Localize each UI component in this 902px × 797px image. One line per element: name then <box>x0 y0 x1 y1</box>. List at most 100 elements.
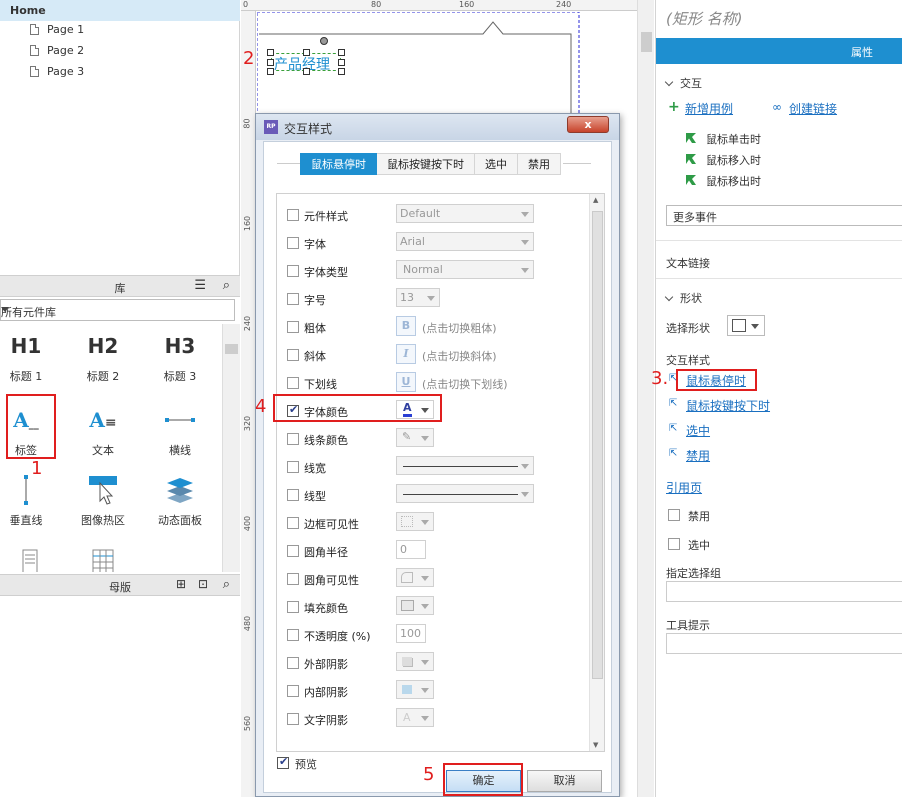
scroll-up-icon[interactable]: ▲ <box>593 196 598 204</box>
widget-hotspot[interactable]: 图像热区 <box>73 474 133 528</box>
property-checkbox[interactable] <box>287 489 299 501</box>
widget-dynamic-panel[interactable]: 动态面板 <box>150 474 210 528</box>
page-home[interactable]: Home <box>0 0 240 21</box>
fill-color-picker[interactable] <box>396 596 434 615</box>
tab-mousedown[interactable]: 鼠标按键按下时 <box>377 153 475 175</box>
property-select[interactable]: Arial <box>396 232 534 251</box>
corner-radius-input[interactable]: 0 <box>396 540 426 559</box>
border-visibility-picker[interactable] <box>396 512 434 531</box>
property-checkbox[interactable] <box>287 237 299 249</box>
resize-handle[interactable] <box>338 68 345 75</box>
canvas-scrollbar[interactable] <box>637 0 654 797</box>
property-checkbox[interactable] <box>287 629 299 641</box>
reference-page-link[interactable]: 引用页 <box>666 479 702 496</box>
text-link-heading[interactable]: 文本链接 <box>666 255 710 271</box>
scroll-down-icon[interactable]: ▼ <box>593 741 598 749</box>
widget-heading3[interactable]: H3 标题 3 <box>150 330 210 384</box>
underline-toggle-button[interactable]: U <box>396 372 416 392</box>
add-master-icon[interactable]: ⊞ <box>176 577 186 591</box>
resize-handle[interactable] <box>338 59 345 66</box>
rotate-handle[interactable] <box>320 37 328 45</box>
property-checkbox[interactable] <box>287 685 299 697</box>
tab-disabled[interactable]: 禁用 <box>518 153 561 175</box>
property-list-scrollbar[interactable]: ▲ ▼ <box>589 194 604 751</box>
resize-handle[interactable] <box>267 49 274 56</box>
preview-checkbox[interactable]: ✔ <box>277 755 289 769</box>
disabled-checkbox[interactable] <box>668 509 680 521</box>
property-checkbox[interactable] <box>287 377 299 389</box>
selected-checkbox[interactable] <box>668 538 680 550</box>
widget-grid[interactable] <box>73 546 133 572</box>
tooltip-input[interactable] <box>666 633 902 654</box>
mousedown-style-link[interactable]: 鼠标按键按下时 <box>686 397 770 414</box>
selection-group-input[interactable] <box>666 581 902 602</box>
tab-hover[interactable]: 鼠标悬停时 <box>300 153 377 175</box>
text-shadow-picker[interactable]: A <box>396 708 434 727</box>
library-select[interactable]: 所有元件库 <box>0 299 235 321</box>
page-item[interactable]: Page 1 <box>30 19 84 40</box>
add-folder-icon[interactable]: ⊡ <box>198 577 208 591</box>
tab-selected[interactable]: 选中 <box>475 153 518 175</box>
property-checkbox[interactable] <box>287 349 299 361</box>
menu-icon[interactable]: ☰ <box>194 278 206 293</box>
bold-toggle-button[interactable]: B <box>396 316 416 336</box>
scroll-thumb[interactable] <box>641 32 652 52</box>
library-scrollbar[interactable] <box>222 324 240 572</box>
inner-shadow-picker[interactable] <box>396 680 434 699</box>
resize-handle[interactable] <box>267 59 274 66</box>
scroll-thumb[interactable] <box>592 211 603 679</box>
section-interaction[interactable]: 交互 <box>664 75 702 91</box>
search-icon[interactable]: ⌕ <box>223 278 230 293</box>
page-item[interactable]: Page 3 <box>30 61 84 82</box>
cancel-button[interactable]: 取消 <box>527 770 602 792</box>
property-checkbox[interactable] <box>287 433 299 445</box>
add-case-link[interactable]: 新增用例 <box>685 100 733 117</box>
resize-handle[interactable] <box>267 68 274 75</box>
property-checkbox[interactable] <box>287 545 299 557</box>
property-checkbox[interactable] <box>287 573 299 585</box>
property-checkbox[interactable] <box>287 601 299 613</box>
widget-heading2[interactable]: H2 标题 2 <box>73 330 133 384</box>
create-link-link[interactable]: 创建链接 <box>789 100 837 117</box>
disabled-style-link[interactable]: 禁用 <box>686 447 710 464</box>
opacity-input[interactable]: 100 <box>396 624 426 643</box>
search-icon[interactable]: ⌕ <box>223 577 230 592</box>
link-icon[interactable]: ∞ <box>772 100 782 114</box>
dialog-titlebar[interactable]: RP 交互样式 x <box>256 114 619 140</box>
outer-shadow-picker[interactable] <box>396 652 434 671</box>
property-checkbox[interactable] <box>287 517 299 529</box>
property-checkbox[interactable] <box>287 321 299 333</box>
page-item[interactable]: Page 2 <box>30 40 84 61</box>
widget-name-field[interactable]: (矩形 名称) <box>666 8 742 29</box>
resize-handle[interactable] <box>338 49 345 56</box>
property-checkbox[interactable] <box>287 657 299 669</box>
property-checkbox[interactable] <box>287 293 299 305</box>
widget-text[interactable]: A≡ 文本 <box>73 404 133 458</box>
italic-toggle-button[interactable]: I <box>396 344 416 364</box>
corner-visibility-picker[interactable] <box>396 568 434 587</box>
property-checkbox[interactable] <box>287 461 299 473</box>
event-item[interactable]: 鼠标单击时 <box>686 131 761 147</box>
line-style-select[interactable] <box>396 484 534 503</box>
scroll-thumb[interactable] <box>225 344 238 354</box>
resize-handle[interactable] <box>303 68 310 75</box>
widget-table[interactable] <box>0 546 56 572</box>
event-item[interactable]: 鼠标移入时 <box>686 152 761 168</box>
shape-select[interactable] <box>727 315 765 336</box>
section-shape[interactable]: 形状 <box>664 290 702 306</box>
more-events-select[interactable]: 更多事件 <box>666 205 902 226</box>
property-select[interactable]: 13 <box>396 288 440 307</box>
property-checkbox[interactable] <box>287 265 299 277</box>
line-color-picker[interactable]: ✎ <box>396 428 434 447</box>
property-select[interactable]: Default <box>396 204 534 223</box>
resize-handle[interactable] <box>303 49 310 56</box>
property-checkbox[interactable] <box>287 209 299 221</box>
property-checkbox[interactable] <box>287 713 299 725</box>
event-item[interactable]: 鼠标移出时 <box>686 173 761 189</box>
tab-properties[interactable]: 属性 <box>656 38 902 64</box>
plus-icon[interactable]: + <box>668 99 680 115</box>
widget-vline[interactable]: 垂直线 <box>0 474 56 528</box>
property-select[interactable]: Normal <box>396 260 534 279</box>
line-width-select[interactable] <box>396 456 534 475</box>
close-button[interactable]: x <box>567 116 609 133</box>
